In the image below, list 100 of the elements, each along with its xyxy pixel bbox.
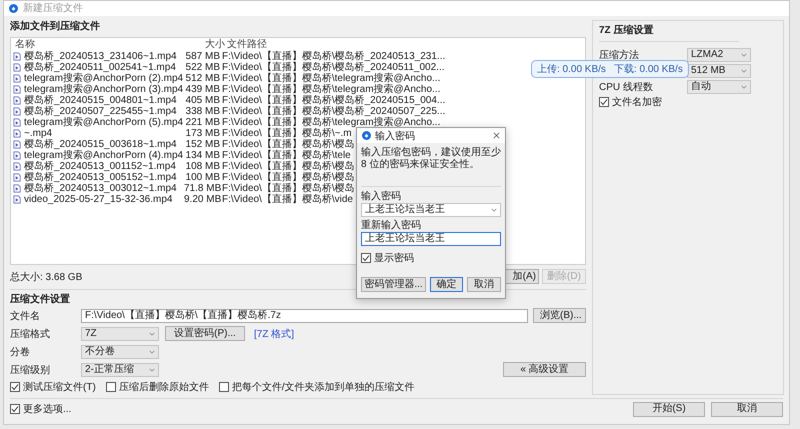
upload-speed: 上传: 0.00 KB/s [537,62,606,76]
video-file-icon [13,84,22,94]
app-icon [9,4,18,13]
file-name[interactable]: ~.mp4 [24,128,184,139]
field-label: 压缩格式 [10,328,51,341]
section-heading: 压缩文件设置 [10,292,71,307]
dropdown[interactable]: 512 MB [687,64,751,78]
file-path: F:\Video\【直播】樱岛桥\樱岛 [221,182,355,194]
file-name[interactable]: 樱岛桥_20240507_225455~1.mp4 [24,106,184,117]
file-path: F:\Video\【直播】樱岛桥\telegram搜索@Ancho... [221,116,440,128]
dialog-button[interactable]: 取消 [711,402,783,417]
video-file-icon [13,62,22,72]
file-path: F:\Video\【直播】樱岛桥\~.m [221,128,352,139]
set-password-button[interactable]: 设置密码(P)... [165,326,245,342]
file-size: 9.20 MB [184,194,220,205]
video-file-icon [13,172,22,182]
file-name[interactable]: 樱岛桥_20240513_231406~1.mp4 [24,50,184,62]
format-link[interactable]: [7Z 格式] [254,326,294,341]
field-label: 压缩级别 [10,364,51,377]
checkbox-label: 文件名加密 [612,96,662,109]
chevron-down-icon [149,368,155,372]
video-file-icon [13,118,22,127]
checkbox-label: 显示密码 [374,252,414,265]
advanced-settings-button[interactable]: « 高级设置 [503,362,586,378]
file-path: F:\Video\【直播】樱岛桥\樱岛 [221,172,355,183]
checkbox-label: 测试压缩文件(T) [23,380,96,394]
field-label: 输入密码 [361,190,402,203]
dialog-button[interactable]: 取消 [467,277,501,292]
file-path: F:\Video\【直播】樱岛桥\樱岛 [221,160,355,172]
column-header[interactable]: 大小 [189,39,225,50]
chevron-down-icon [741,52,747,57]
file-size: 108 MB [184,160,220,172]
dialog-button[interactable]: 开始(S) [633,402,705,417]
file-name[interactable]: 樱岛桥_20240511_002541~1.mp4 [24,62,184,73]
video-file-icon [13,162,22,171]
field-label: 文件名 [10,310,41,323]
checkbox[interactable] [599,96,609,107]
file-size: 71.8 MB [184,182,220,194]
file-path: F:\Video\【直播】樱岛桥\樱岛桥_20240511_002... [221,62,445,73]
volume-dropdown[interactable]: 不分卷 [81,344,159,359]
checkbox[interactable] [361,253,371,263]
file-size: 338 MB [184,106,220,117]
video-file-icon [13,184,22,193]
checkbox[interactable] [10,404,20,414]
file-path: F:\Video\【直播】樱岛桥\tele [221,150,351,161]
column-header[interactable]: 名称 [13,39,189,50]
file-name[interactable]: telegram搜索@AnchorPorn (4).mp4 [24,150,184,161]
checkbox-label: 更多选项... [23,402,72,416]
checkbox[interactable] [106,382,116,392]
field-label: 重新输入密码 [361,219,422,232]
chevron-down-icon [491,208,497,212]
file-size: 522 MB [184,62,220,73]
video-file-icon [13,74,22,83]
chevron-down-icon [741,68,747,73]
file-size: 152 MB [184,138,220,150]
format-dropdown[interactable]: 7Z [81,326,159,341]
file-name[interactable]: 樱岛桥_20240515_004801~1.mp4 [24,94,184,106]
column-header[interactable]: 文件路径 [225,39,267,50]
file-name[interactable]: 樱岛桥_20240513_001152~1.mp4 [24,160,184,172]
file-path: F:\Video\【直播】樱岛桥\telegram搜索@Ancho... [221,72,440,84]
total-size: 总大小: 3.68 GB [10,270,82,284]
file-path: F:\Video\【直播】樱岛桥\樱岛 [221,138,355,150]
close-icon[interactable] [493,132,500,139]
dropdown[interactable]: LZMA2 [687,48,751,62]
app-icon [362,131,371,140]
file-path: F:\Video\【直播】樱岛桥\telegram搜索@Ancho... [221,84,440,95]
file-name[interactable]: telegram搜索@AnchorPorn (5).mp4 [24,116,184,128]
video-file-icon [13,106,22,116]
dropdown[interactable]: 自动 [687,80,751,94]
video-file-icon [13,150,22,160]
file-size: 512 MB [184,72,220,84]
video-file-icon [13,194,22,204]
file-name[interactable]: video_2025-05-27_15-32-36.mp4 [24,194,184,205]
file-path: F:\Video\【直播】樱岛桥\vide [221,194,353,205]
checkbox[interactable] [10,382,20,392]
file-name[interactable]: telegram搜索@AnchorPorn (2).mp4 [24,72,184,84]
level-dropdown[interactable]: 2-正常压缩 [81,362,159,377]
dialog-button[interactable]: 确定 [430,277,464,292]
file-name[interactable]: telegram搜索@AnchorPorn (3).mp4 [24,84,184,95]
video-file-icon [13,96,22,105]
file-name[interactable]: 樱岛桥_20240513_003012~1.mp4 [24,182,184,194]
file-name[interactable]: 樱岛桥_20240513_005152~1.mp4 [24,172,184,183]
download-speed: 下载: 0.00 KB/s [614,62,683,76]
field-label: 压缩方法 [599,48,640,62]
field-label: 分卷 [10,346,31,359]
dialog-button[interactable]: 密码管理器... [361,277,426,292]
video-file-icon [13,140,22,149]
file-size: 134 MB [184,150,220,161]
file-size: 100 MB [184,172,220,183]
filename-field[interactable]: F:\Video\【直播】樱岛桥\【直播】樱岛桥.7z [81,308,528,323]
checkbox[interactable] [218,382,229,392]
video-file-icon [13,128,22,138]
password-field[interactable]: 上老王论坛当老王 [361,203,501,217]
file-name[interactable]: 樱岛桥_20240515_003618~1.mp4 [24,138,184,150]
confirm-password-field[interactable]: 上老王论坛当老王 [361,232,501,246]
section-heading: 7Z 压缩设置 [599,24,654,38]
file-size: 405 MB [184,94,220,106]
file-path: F:\Video\【直播】樱岛桥\樱岛桥_20240515_004... [221,94,446,106]
browse-button[interactable]: 浏览(B)... [533,308,586,324]
file-path: F:\Video\【直播】樱岛桥\樱岛桥_20240513_231... [221,50,446,62]
